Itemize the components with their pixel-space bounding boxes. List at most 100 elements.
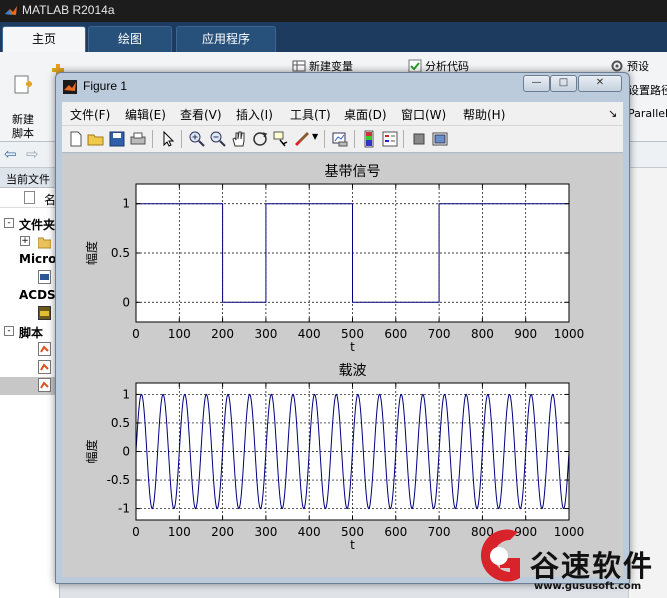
link-plot-icon[interactable] <box>331 130 349 148</box>
forward-arrow-icon[interactable]: ⇨ <box>26 145 39 163</box>
script-file-icon <box>38 378 51 392</box>
toolbar-separator <box>403 130 404 148</box>
maximize-button[interactable]: □ <box>550 75 577 92</box>
word-doc-icon <box>38 270 51 284</box>
parallel-label: Parallel <box>628 107 667 120</box>
x-tick-label: 100 <box>168 327 191 341</box>
figure-toolbar: ▼ <box>62 126 623 153</box>
y-tick-label: 1 <box>122 197 130 211</box>
x-tick-label: 700 <box>428 525 451 539</box>
dock-arrow-icon[interactable]: ↘ <box>608 107 617 120</box>
hide-plot-tools-icon[interactable] <box>410 130 428 148</box>
save-icon[interactable] <box>108 130 126 148</box>
axes-title: 基带信号 <box>325 163 381 180</box>
script-file-icon <box>38 360 51 374</box>
menu-insert[interactable]: 插入(I) <box>236 106 273 123</box>
menu-window[interactable]: 窗口(W) <box>401 106 446 123</box>
tab-home[interactable]: 主页 <box>2 26 86 52</box>
figure-title: Figure 1 <box>83 79 128 93</box>
x-axis-label: t <box>350 538 355 552</box>
menu-file[interactable]: 文件(F) <box>70 106 110 123</box>
script-file-3[interactable] <box>0 377 60 395</box>
figure-menu-bar: 文件(F) 编辑(E) 查看(V) 插入(I) 工具(T) 桌面(D) 窗口(W… <box>62 102 623 126</box>
new-figure-icon[interactable] <box>67 130 85 148</box>
tree-node-label: 文件夹 <box>19 218 56 232</box>
menu-edit[interactable]: 编辑(E) <box>125 106 166 123</box>
back-arrow-icon[interactable]: ⇦ <box>4 145 17 163</box>
expand-icon[interactable]: + <box>20 236 30 246</box>
open-file-icon[interactable] <box>87 130 105 148</box>
matlab-logo-icon <box>5 6 17 15</box>
x-tick-label: 200 <box>211 327 234 341</box>
x-tick-label: 0 <box>132 525 140 539</box>
tab-apps[interactable]: 应用程序 <box>176 26 276 52</box>
set-path-button[interactable]: 设置路径 <box>628 82 667 98</box>
show-plot-tools-icon[interactable] <box>431 130 449 148</box>
tree-child-image[interactable] <box>0 305 60 323</box>
figure-title-bar[interactable]: Figure 1 — □ ✕ <box>56 73 629 101</box>
zoom-in-icon[interactable] <box>188 130 206 148</box>
close-button[interactable]: ✕ <box>578 75 622 92</box>
script-file-1[interactable] <box>0 341 60 359</box>
new-script-button[interactable]: 新建 脚本 <box>6 60 40 141</box>
x-tick-label: 600 <box>384 327 407 341</box>
current-folder-header: 当前文件 <box>0 168 60 188</box>
tree-node-folder[interactable]: - 文件夹 <box>0 215 60 233</box>
brush-icon[interactable] <box>293 130 311 148</box>
zoom-out-icon[interactable] <box>209 130 227 148</box>
y-tick-label: 0.5 <box>111 416 130 430</box>
tree-node-microsoft[interactable]: Micro <box>0 251 60 269</box>
script-file-icon <box>38 342 51 356</box>
collapse-icon[interactable]: - <box>4 326 14 336</box>
tree-child-doc[interactable] <box>0 269 60 287</box>
menu-help[interactable]: 帮助(H) <box>463 106 505 123</box>
gear-icon <box>611 60 623 72</box>
x-tick-label: 900 <box>514 327 537 341</box>
name-column-header[interactable]: 名 <box>0 188 60 208</box>
figure-canvas: 0 100 200 300 400 500 600 700 800 900 1000 0 0.5 1 基带信… <box>62 154 623 577</box>
y-axis-label: 幅度 <box>84 439 99 463</box>
tree-node-scripts[interactable]: - 脚本 <box>0 323 60 341</box>
script-file-2[interactable] <box>0 359 60 377</box>
y-tick-label: 0 <box>122 445 130 459</box>
parallel-button[interactable]: Parallel <box>628 107 667 120</box>
colorbar-icon[interactable] <box>360 130 378 148</box>
tree-child-folder[interactable]: + <box>0 233 60 251</box>
x-tick-label: 600 <box>384 525 407 539</box>
pan-hand-icon[interactable] <box>230 130 248 148</box>
gususoft-logo-icon <box>480 529 520 582</box>
print-icon[interactable] <box>129 130 147 148</box>
axes-title: 载波 <box>339 363 367 379</box>
menu-view[interactable]: 查看(V) <box>180 106 222 123</box>
toolbar-separator <box>354 130 355 148</box>
x-axis-label: t <box>350 340 355 354</box>
set-path-label: 设置路径 <box>628 84 667 97</box>
x-tick-label: 500 <box>341 525 364 539</box>
tab-plots[interactable]: 绘图 <box>88 26 172 52</box>
menu-tools[interactable]: 工具(T) <box>290 106 331 123</box>
figure-window: Figure 1 — □ ✕ 文件(F) 编辑(E) 查看(V) 插入(I) 工… <box>55 72 630 584</box>
collapse-icon[interactable]: - <box>4 218 14 228</box>
image-file-icon <box>38 306 51 320</box>
x-tick-label: 100 <box>168 525 191 539</box>
plot-area: 0 100 200 300 400 500 600 700 800 900 100000.51基带信… <box>84 163 585 552</box>
tree-node-label: 脚本 <box>19 326 44 340</box>
preferences-label: 预设 <box>627 60 649 73</box>
tree-node-label: Micro <box>19 252 57 266</box>
menu-desktop[interactable]: 桌面(D) <box>344 106 387 123</box>
pointer-icon[interactable] <box>159 130 177 148</box>
analyze-code-icon <box>408 59 422 73</box>
rotate-3d-icon[interactable] <box>251 130 269 148</box>
minimize-button[interactable]: — <box>523 75 550 92</box>
x-tick-label: 500 <box>341 327 364 341</box>
y-tick-label: -0.5 <box>107 473 130 487</box>
data-cursor-icon[interactable] <box>272 130 290 148</box>
tree-node-label: ACDS <box>19 288 56 302</box>
legend-icon[interactable] <box>381 130 399 148</box>
x-tick-label: 1000 <box>554 327 585 341</box>
watermark: 谷速软件 www.gususoft.com <box>470 518 667 598</box>
y-tick-label: 1 <box>122 387 130 401</box>
brush-dropdown-icon[interactable]: ▼ <box>312 132 318 141</box>
tree-node-acdsee[interactable]: ACDS <box>0 287 60 305</box>
y-tick-label: 0.5 <box>111 246 130 260</box>
